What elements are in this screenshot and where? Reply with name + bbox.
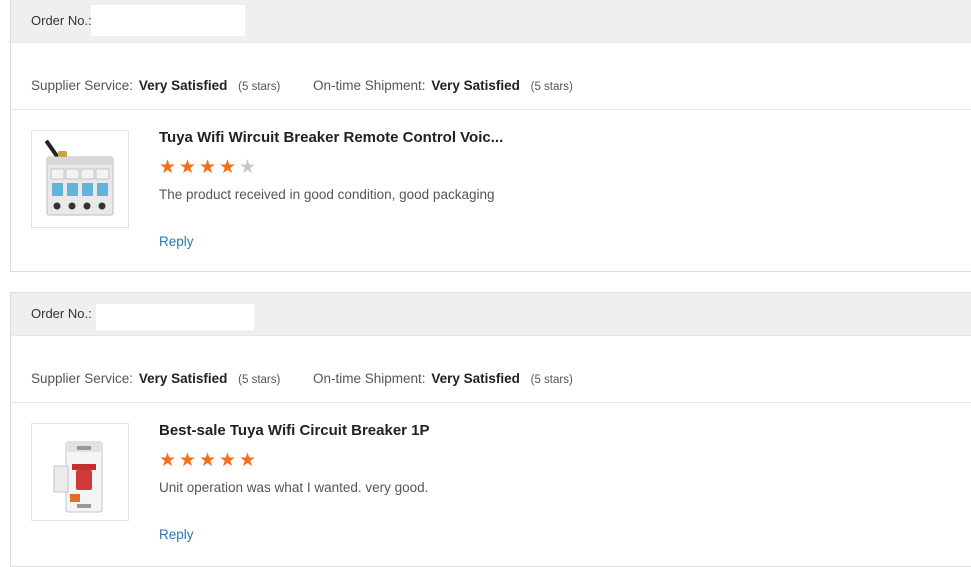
- star-filled-icon: ★: [199, 157, 217, 178]
- supplier-service-value: Very Satisfied: [138, 371, 228, 386]
- order-card: Order No.: Supplier Service: Very Satisf…: [10, 0, 971, 272]
- order-number-label: Order No.:: [31, 306, 92, 321]
- shipment-rating: On-time Shipment: Very Satisfied (5 star…: [313, 78, 573, 93]
- star-filled-icon: ★: [219, 157, 237, 178]
- product-review: Tuya Wifi Wircuit Breaker Remote Control…: [11, 110, 971, 270]
- shipment-value: Very Satisfied: [431, 371, 520, 386]
- store-ratings: Supplier Service: Very Satisfied (5 star…: [11, 336, 971, 403]
- product-image[interactable]: [31, 130, 129, 228]
- supplier-service-rating: Supplier Service: Very Satisfied (5 star…: [31, 371, 280, 386]
- supplier-service-label: Supplier Service:: [31, 371, 134, 386]
- star-filled-icon: ★: [219, 450, 237, 471]
- supplier-service-label: Supplier Service:: [31, 78, 134, 93]
- order-header: Order No.:: [11, 0, 971, 43]
- shipment-rating: On-time Shipment: Very Satisfied (5 star…: [313, 371, 573, 386]
- supplier-service-rating: Supplier Service: Very Satisfied (5 star…: [31, 78, 280, 93]
- shipment-stars: (5 stars): [530, 81, 573, 93]
- star-filled-icon: ★: [179, 450, 197, 471]
- shipment-stars: (5 stars): [530, 374, 573, 386]
- product-title[interactable]: Tuya Wifi Wircuit Breaker Remote Control…: [159, 129, 503, 146]
- supplier-service-stars: (5 stars): [238, 374, 281, 386]
- product-rating-stars: ★ ★ ★ ★ ★: [159, 451, 259, 470]
- order-number-value: [96, 304, 254, 330]
- reply-link[interactable]: Reply: [159, 234, 194, 249]
- supplier-service-stars: (5 stars): [238, 81, 281, 93]
- wifi-circuit-breaker-4p-image: [44, 139, 114, 216]
- order-card: Order No.: Supplier Service: Very Satisf…: [10, 292, 971, 567]
- product-title[interactable]: Best-sale Tuya Wifi Circuit Breaker 1P: [159, 422, 430, 439]
- product-image[interactable]: [31, 423, 129, 521]
- order-number-value: [91, 5, 245, 36]
- product-review: Best-sale Tuya Wifi Circuit Breaker 1P ★…: [11, 403, 971, 563]
- star-filled-icon: ★: [159, 157, 177, 178]
- shipment-value: Very Satisfied: [431, 78, 520, 93]
- star-filled-icon: ★: [239, 450, 257, 471]
- review-comment: The product received in good condition, …: [159, 187, 495, 202]
- supplier-service-value: Very Satisfied: [138, 78, 228, 93]
- shipment-label: On-time Shipment:: [313, 371, 426, 386]
- store-ratings: Supplier Service: Very Satisfied (5 star…: [11, 43, 971, 110]
- reply-link[interactable]: Reply: [159, 527, 194, 542]
- product-rating-stars: ★ ★ ★ ★ ★: [159, 158, 259, 177]
- order-header: Order No.:: [11, 293, 971, 336]
- review-comment: Unit operation was what I wanted. very g…: [159, 480, 429, 495]
- shipment-label: On-time Shipment:: [313, 78, 426, 93]
- circuit-breaker-1p-image: [53, 441, 103, 513]
- star-empty-icon: ★: [239, 157, 257, 178]
- star-filled-icon: ★: [159, 450, 177, 471]
- star-filled-icon: ★: [199, 450, 217, 471]
- order-number-label: Order No.:: [31, 13, 92, 28]
- star-filled-icon: ★: [179, 157, 197, 178]
